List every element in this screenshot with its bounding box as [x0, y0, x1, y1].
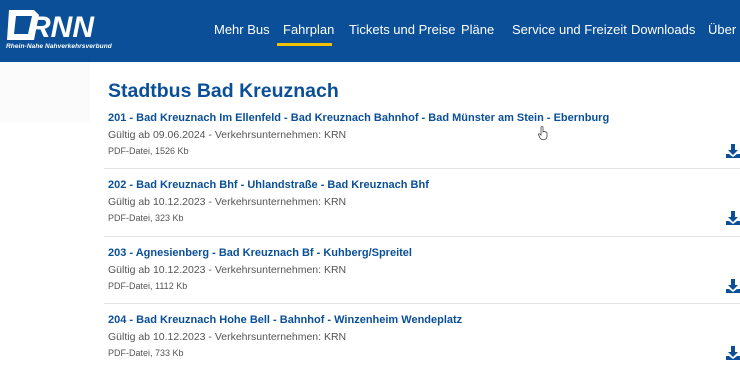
nav-item-downloads[interactable]: Downloads: [631, 22, 695, 37]
timetable-entry: 201 - Bad Kreuznach Im Ellenfeld - Bad K…: [104, 112, 740, 169]
nav-item-tickets-und-preise[interactable]: Tickets und Preise: [349, 22, 455, 37]
file-info: PDF-Datei, 733 Kb: [108, 348, 184, 358]
download-icon[interactable]: [726, 144, 740, 158]
download-icon[interactable]: [726, 211, 740, 225]
nav-item-mehr-bus[interactable]: Mehr Bus: [214, 22, 270, 37]
file-info: PDF-Datei, 323 Kb: [108, 213, 184, 223]
page-title: Stadtbus Bad Kreuznach: [108, 80, 339, 102]
nav-item-plaene[interactable]: Pläne: [461, 22, 494, 37]
timetable-link[interactable]: 201 - Bad Kreuznach Im Ellenfeld - Bad K…: [108, 112, 609, 124]
hand-pointer-cursor-icon: [538, 126, 548, 140]
entry-divider: [104, 303, 740, 304]
logo-text: RNN: [29, 11, 95, 44]
timetable-entry: 203 - Agnesienberg - Bad Kreuznach Bf - …: [104, 236, 740, 303]
logo-tagline: Rhein-Nahe Nahverkehrsverbund: [6, 43, 112, 50]
site-header: RNN Rhein-Nahe Nahverkehrsverbund Mehr B…: [0, 0, 740, 62]
nav-item-fahrplan[interactable]: Fahrplan: [283, 22, 334, 37]
timetable-entry: 204 - Bad Kreuznach Hohe Bell - Bahnhof …: [104, 303, 740, 370]
rnn-logo-mark-icon: RNN: [7, 10, 95, 44]
entry-divider: [104, 168, 740, 169]
timetable-validity: Gültig ab 10.12.2023 - Verkehrsunternehm…: [108, 331, 347, 343]
timetable-validity: Gültig ab 09.06.2024 - Verkehrsunternehm…: [108, 129, 347, 141]
entry-divider: [104, 236, 740, 237]
nav-active-indicator: [277, 43, 332, 46]
timetable-entry: 202 - Bad Kreuznach Bhf - Uhlandstraße -…: [104, 168, 740, 236]
file-info: PDF-Datei, 1526 Kb: [108, 146, 189, 156]
rnn-logo[interactable]: RNN Rhein-Nahe Nahverkehrsverbund: [4, 6, 114, 54]
main-content: Stadtbus Bad Kreuznach 201 - Bad Kreuzna…: [0, 62, 740, 370]
download-icon[interactable]: [726, 346, 740, 360]
download-icon[interactable]: [726, 279, 740, 293]
timetable-validity: Gültig ab 10.12.2023 - Verkehrsunternehm…: [108, 196, 347, 208]
nav-item-service-und-freizeit[interactable]: Service und Freizeit: [512, 22, 627, 37]
file-info: PDF-Datei, 1112 Kb: [108, 281, 188, 291]
nav-item-ueber[interactable]: Über d: [708, 22, 740, 37]
timetable-validity: Gültig ab 10.12.2023 - Verkehrsunternehm…: [108, 264, 347, 276]
timetable-link[interactable]: 203 - Agnesienberg - Bad Kreuznach Bf - …: [108, 247, 412, 259]
sidebar-placeholder: [0, 62, 90, 122]
timetable-link[interactable]: 202 - Bad Kreuznach Bhf - Uhlandstraße -…: [108, 179, 429, 191]
timetable-link[interactable]: 204 - Bad Kreuznach Hohe Bell - Bahnhof …: [108, 314, 462, 326]
